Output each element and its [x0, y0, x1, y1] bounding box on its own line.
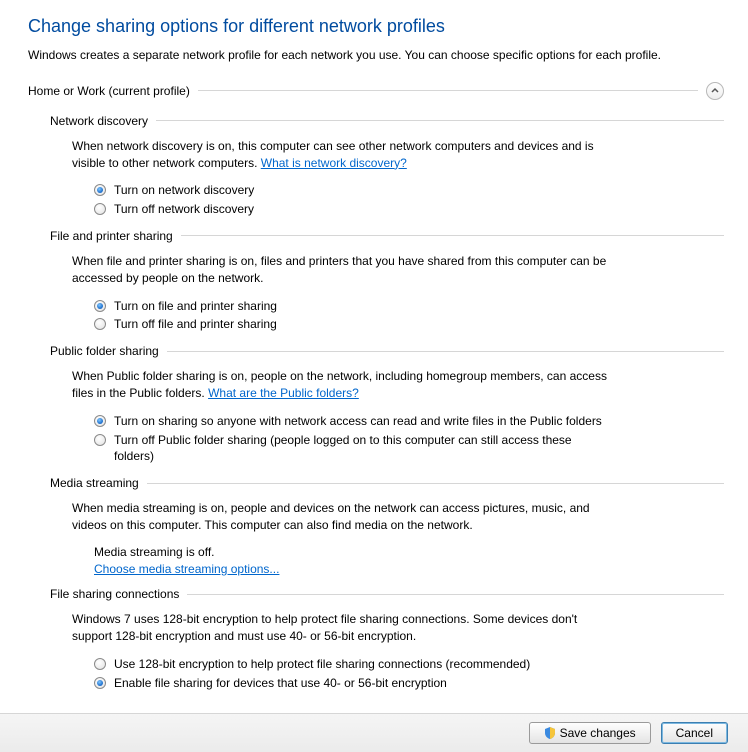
- section-title: File and printer sharing: [50, 229, 173, 243]
- page-description: Windows creates a separate network profi…: [28, 47, 724, 64]
- profile-name: Home or Work (current profile): [28, 84, 190, 98]
- button-label: Save changes: [560, 726, 636, 740]
- section-network-discovery: Network discovery When network discovery…: [50, 114, 724, 219]
- section-description: When media streaming is on, people and d…: [72, 500, 612, 534]
- radio-label: Use 128-bit encryption to help protect f…: [114, 656, 530, 673]
- radio-label: Turn off file and printer sharing: [114, 316, 277, 333]
- divider: [156, 120, 724, 121]
- section-title: Network discovery: [50, 114, 148, 128]
- radio-label: Turn on sharing so anyone with network a…: [114, 413, 602, 430]
- section-file-sharing-connections: File sharing connections Windows 7 uses …: [50, 587, 724, 692]
- radio-icon: [94, 300, 106, 312]
- divider: [167, 351, 724, 352]
- section-file-printer-sharing: File and printer sharing When file and p…: [50, 229, 724, 334]
- media-status: Media streaming is off.: [94, 544, 612, 561]
- radio-discovery-on[interactable]: Turn on network discovery: [94, 181, 612, 200]
- radio-publicfolder-off[interactable]: Turn off Public folder sharing (people l…: [94, 431, 612, 467]
- radio-label: Turn on network discovery: [114, 182, 254, 199]
- save-button[interactable]: Save changes: [529, 722, 651, 744]
- section-description: Windows 7 uses 128-bit encryption to hel…: [72, 611, 612, 645]
- divider: [198, 90, 698, 91]
- shield-icon: [544, 727, 556, 739]
- radio-icon: [94, 415, 106, 427]
- media-options-link[interactable]: Choose media streaming options...: [94, 562, 279, 576]
- radio-encryption-128[interactable]: Use 128-bit encryption to help protect f…: [94, 655, 612, 674]
- radio-icon: [94, 677, 106, 689]
- radio-icon: [94, 203, 106, 215]
- radio-fileprinter-off[interactable]: Turn off file and printer sharing: [94, 315, 612, 334]
- network-discovery-help-link[interactable]: What is network discovery?: [261, 156, 407, 170]
- radio-icon: [94, 434, 106, 446]
- button-label: Cancel: [676, 726, 713, 740]
- divider: [147, 483, 724, 484]
- section-public-folder-sharing: Public folder sharing When Public folder…: [50, 344, 724, 466]
- section-description: When Public folder sharing is on, people…: [72, 368, 612, 402]
- radio-label: Turn on file and printer sharing: [114, 298, 277, 315]
- radio-label: Enable file sharing for devices that use…: [114, 675, 447, 692]
- section-description: When network discovery is on, this compu…: [72, 138, 612, 172]
- divider: [187, 594, 724, 595]
- page-title: Change sharing options for different net…: [28, 16, 724, 37]
- section-title: Media streaming: [50, 476, 139, 490]
- radio-label: Turn off Public folder sharing (people l…: [114, 432, 604, 466]
- radio-icon: [94, 184, 106, 196]
- profile-header[interactable]: Home or Work (current profile): [28, 78, 724, 104]
- radio-fileprinter-on[interactable]: Turn on file and printer sharing: [94, 297, 612, 316]
- footer-bar: Save changes Cancel: [0, 713, 748, 752]
- chevron-up-icon[interactable]: [706, 82, 724, 100]
- radio-icon: [94, 318, 106, 330]
- radio-discovery-off[interactable]: Turn off network discovery: [94, 200, 612, 219]
- section-title: Public folder sharing: [50, 344, 159, 358]
- public-folders-help-link[interactable]: What are the Public folders?: [208, 386, 359, 400]
- divider: [181, 235, 724, 236]
- radio-icon: [94, 658, 106, 670]
- section-title: File sharing connections: [50, 587, 179, 601]
- section-media-streaming: Media streaming When media streaming is …: [50, 476, 724, 577]
- section-description: When file and printer sharing is on, fil…: [72, 253, 612, 287]
- cancel-button[interactable]: Cancel: [661, 722, 728, 744]
- radio-encryption-4056[interactable]: Enable file sharing for devices that use…: [94, 674, 612, 693]
- radio-publicfolder-on[interactable]: Turn on sharing so anyone with network a…: [94, 412, 612, 431]
- radio-label: Turn off network discovery: [114, 201, 254, 218]
